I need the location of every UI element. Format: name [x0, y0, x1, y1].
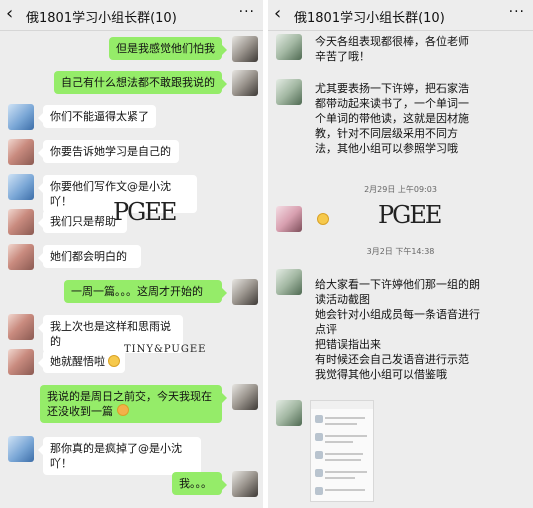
avatar[interactable] — [8, 104, 34, 130]
message-bubble[interactable]: 那你真的是疯掉了@是小沈吖！ — [38, 437, 201, 475]
smiley-emoji-icon — [317, 213, 329, 225]
avatar[interactable] — [232, 279, 258, 305]
message-text: 今天各组表现都很棒，各位老师辛苦了哦！ — [315, 35, 469, 63]
chat-title: 俄1801学习小组长群(10) — [26, 11, 177, 26]
message-bubble[interactable]: 自己有什么想法都不敢跟我说的 — [54, 71, 227, 94]
shared-screenshot-image[interactable] — [310, 400, 374, 502]
watermark-text: TINY&PUGEE — [124, 344, 207, 355]
message-text: 给大家看一下许婷他们那一组的朗读活动截图 她会针对小组成员每一条语音进行点评 把… — [315, 278, 480, 381]
avatar[interactable] — [276, 400, 302, 426]
shame-emoji-icon — [117, 404, 129, 416]
message-bubble[interactable]: 我。。。 — [172, 472, 227, 495]
message-bubble[interactable]: 但是我感觉他们怕我 — [109, 37, 227, 60]
chat-title-bar: ‹ 俄1801学习小组长群(10) ··· — [0, 0, 263, 31]
right-chat-panel: ‹ 俄1801学习小组长群(10) ··· 今天各组表现都很棒，各位老师辛苦了哦… — [268, 0, 533, 508]
message-text: 尤其要表扬一下许婷，把石家浩都带动起来读书了，一个单词一个单词的带他读，这就是因… — [315, 82, 469, 155]
chat-title: 俄1801学习小组长群(10) — [294, 11, 445, 26]
avatar[interactable] — [276, 34, 302, 60]
avatar[interactable] — [232, 70, 258, 96]
avatar[interactable] — [276, 206, 302, 232]
watermark-logo: PGEE — [378, 201, 442, 229]
timestamp: 3月2日 下午14:38 — [366, 247, 435, 256]
chat-title-bar: ‹ 俄1801学习小组长群(10) ··· — [268, 0, 533, 31]
message-bubble[interactable]: 你要告诉她学习是自己的 — [38, 140, 179, 163]
avatar[interactable] — [8, 349, 34, 375]
smiley-emoji-icon — [108, 355, 120, 367]
left-chat-panel: ‹ 俄1801学习小组长群(10) ··· 但是我感觉他们怕我 自己有什么想法都… — [0, 0, 263, 508]
avatar[interactable] — [8, 209, 34, 235]
message-text: 她就醒悟啦 — [50, 355, 105, 368]
avatar[interactable] — [276, 79, 302, 105]
message-bubble[interactable]: 你们不能逼得太紧了 — [38, 105, 156, 128]
back-arrow-icon[interactable]: ‹ — [6, 4, 13, 24]
avatar[interactable] — [8, 139, 34, 165]
avatar[interactable] — [232, 471, 258, 497]
avatar[interactable] — [8, 244, 34, 270]
message-bubble[interactable]: 她们都会明白的 — [38, 245, 141, 268]
watermark-logo: PGEE — [113, 198, 177, 226]
timestamp: 2月29日 上午09:03 — [364, 185, 437, 194]
more-icon[interactable]: ··· — [509, 4, 525, 20]
avatar[interactable] — [8, 174, 34, 200]
message-text: 我说的是周日之前交，今天我现在还没收到一篇 — [47, 390, 212, 418]
message-bubble[interactable]: 一周一篇。。。这周才开始的 — [64, 280, 227, 303]
more-icon[interactable]: ··· — [239, 4, 255, 20]
back-arrow-icon[interactable]: ‹ — [274, 4, 281, 24]
avatar[interactable] — [8, 436, 34, 462]
avatar[interactable] — [232, 384, 258, 410]
avatar[interactable] — [276, 269, 302, 295]
message-bubble[interactable]: 我说的是周日之前交，今天我现在还没收到一篇 — [40, 385, 227, 423]
avatar[interactable] — [8, 314, 34, 340]
avatar[interactable] — [232, 36, 258, 62]
